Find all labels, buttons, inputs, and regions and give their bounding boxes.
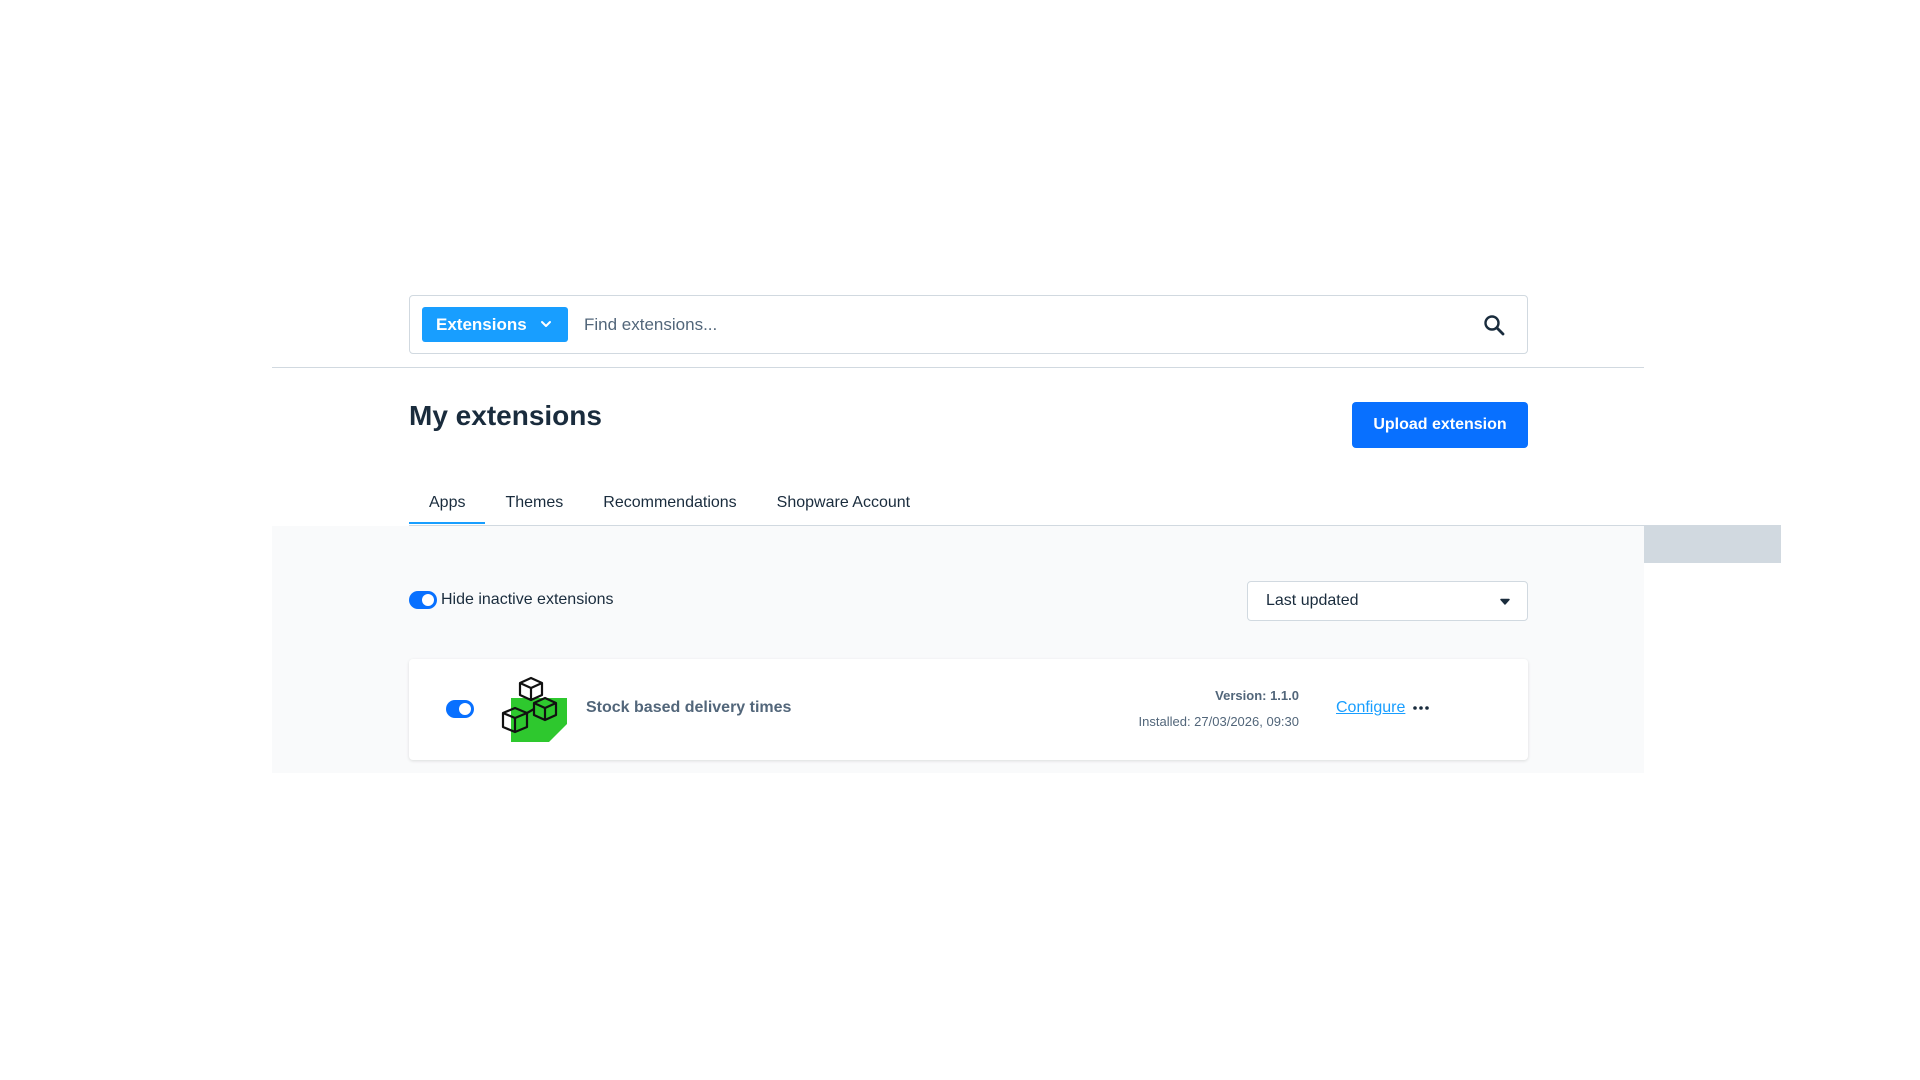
search-type-select[interactable]: Extensions <box>422 307 568 342</box>
sort-select-value: Last updated <box>1266 592 1359 609</box>
tab-shopware-account[interactable]: Shopware Account <box>757 488 930 526</box>
cubes-icon <box>501 676 567 742</box>
extension-version: Version: 1.1.0 <box>1215 688 1299 703</box>
chevron-down-icon <box>1500 598 1510 605</box>
extensions-page: Extensions My extensions Upload extensio… <box>272 0 1781 773</box>
more-actions-button[interactable] <box>1409 696 1433 720</box>
search-icon[interactable] <box>1483 314 1505 336</box>
tab-recommendations[interactable]: Recommendations <box>583 488 756 526</box>
tab-apps[interactable]: Apps <box>409 488 486 526</box>
header-divider <box>272 367 1644 368</box>
search-type-label: Extensions <box>436 314 527 334</box>
search-bar: Extensions <box>409 295 1528 354</box>
chevron-down-icon <box>541 321 551 327</box>
hide-inactive-filter: Hide inactive extensions <box>409 591 614 609</box>
extension-active-toggle[interactable] <box>446 700 474 718</box>
tab-themes[interactable]: Themes <box>485 488 583 526</box>
sort-select[interactable]: Last updated <box>1247 581 1528 621</box>
extension-installed-date: Installed: 27/03/2026, 09:30 <box>1138 714 1299 729</box>
hide-inactive-label: Hide inactive extensions <box>441 591 614 608</box>
configure-link[interactable]: Configure <box>1336 699 1405 717</box>
extension-card: Stock based delivery times Version: 1.1.… <box>409 659 1528 760</box>
upload-extension-button[interactable]: Upload extension <box>1352 402 1528 448</box>
tab-bar: Apps Themes Recommendations Shopware Acc… <box>409 488 930 526</box>
ellipsis-icon <box>1413 706 1429 710</box>
page-title: My extensions <box>409 400 602 431</box>
search-input[interactable] <box>584 308 1464 342</box>
hide-inactive-toggle[interactable] <box>409 591 437 609</box>
extension-name: Stock based delivery times <box>586 699 792 716</box>
